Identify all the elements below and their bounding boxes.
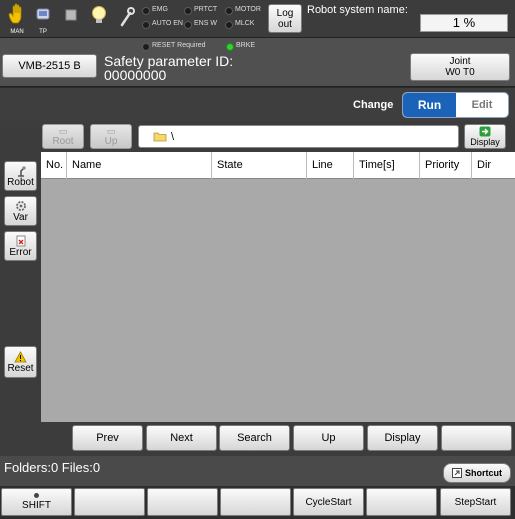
shortcut-button[interactable]: Shortcut	[443, 463, 511, 483]
lightbulb-indicator	[86, 3, 112, 35]
progress-text: 1 %	[452, 15, 476, 30]
robot-arm-icon	[17, 165, 26, 177]
lamp-motor: MOTOR	[225, 5, 261, 15]
step-start-key[interactable]: StepStart	[440, 488, 511, 516]
lamp-reset-required: RESET Required	[142, 41, 206, 51]
shift-key[interactable]: SHIFT	[1, 488, 72, 516]
lamp-brke: BRKE	[226, 41, 255, 51]
shift-indicator-dot-icon	[34, 493, 39, 498]
prev-button[interactable]: Prev	[72, 425, 143, 451]
up-label: Up	[104, 135, 118, 147]
display-top-label: Display	[470, 136, 500, 147]
folder-up-icon: ▭	[106, 125, 116, 136]
robot-side-button[interactable]: Robot	[4, 161, 37, 191]
safety-parameter-id: 00000000	[104, 67, 167, 83]
column-header-line[interactable]: Line	[307, 152, 354, 179]
wrench-indicator	[114, 3, 140, 35]
robot-system-name-label: Robot system name:	[307, 4, 408, 16]
next-button[interactable]: Next	[146, 425, 217, 451]
function-key-2[interactable]	[74, 488, 145, 516]
stop-indicator	[58, 3, 84, 35]
shortcut-label: Shortcut	[465, 467, 502, 478]
progress-indicator: 1 %	[420, 14, 508, 32]
table-header: No. Name State Line Time[s] Priority Dir	[41, 152, 515, 179]
warning-icon	[14, 350, 27, 362]
function-key-6[interactable]	[366, 488, 437, 516]
nav-blank-button[interactable]	[441, 425, 512, 451]
teach-pendant-icon	[36, 8, 50, 20]
joint-label-line1: Joint	[449, 56, 471, 67]
lamp-ensw: ENS W	[184, 19, 217, 29]
root-label: Root	[52, 135, 74, 147]
lamp-prtct: PRTCT	[184, 5, 217, 15]
lamp-emg: EMG	[142, 5, 168, 15]
man-label: MAN	[10, 29, 24, 35]
path-field[interactable]: \	[138, 125, 459, 148]
column-header-state[interactable]: State	[212, 152, 307, 179]
cycle-start-key[interactable]: CycleStart	[293, 488, 364, 516]
folder-root-icon: ▭	[58, 125, 68, 136]
shift-label: SHIFT	[22, 500, 51, 511]
run-toggle-option[interactable]: Run	[403, 93, 456, 117]
arrow-right-icon	[479, 126, 491, 136]
path-text: \	[171, 130, 175, 143]
tp-mode-indicator[interactable]: TP	[30, 3, 56, 35]
joint-button[interactable]: Joint W0 T0	[410, 53, 510, 81]
display-button[interactable]: Display	[367, 425, 438, 451]
man-mode-indicator[interactable]: MAN	[4, 3, 30, 35]
mode-change-bar: Change Run Edit	[0, 87, 515, 121]
hand-icon	[8, 3, 22, 24]
folder-file-count: Folders:0 Files:0	[4, 460, 101, 475]
column-header-priority[interactable]: Priority	[420, 152, 472, 179]
task-table: No. Name State Line Time[s] Priority Dir	[41, 152, 515, 422]
lamp-autoen: AUTO EN	[142, 19, 183, 29]
up-button[interactable]: Up	[293, 425, 364, 451]
column-header-dir[interactable]: Dir	[472, 152, 515, 179]
root-button[interactable]: ▭ Root	[42, 124, 84, 149]
wrench-icon	[120, 7, 135, 27]
logout-label-line2: out	[278, 18, 292, 30]
var-side-button[interactable]: Var	[4, 196, 37, 226]
reset-side-button[interactable]: Reset	[4, 346, 37, 378]
lamp-mlck: MLCK	[225, 19, 254, 29]
error-side-label: Error	[9, 246, 32, 258]
safety-parameter-block: Safety parameter ID: 00000000	[104, 54, 233, 82]
function-key-3[interactable]	[147, 488, 218, 516]
logout-button[interactable]: Log out	[268, 4, 302, 33]
lightbulb-icon	[92, 6, 106, 23]
var-side-label: Var	[13, 211, 28, 223]
stop-square-icon	[65, 9, 77, 21]
column-header-name[interactable]: Name	[67, 152, 212, 179]
folder-icon	[153, 132, 167, 142]
column-header-time[interactable]: Time[s]	[354, 152, 420, 179]
shortcut-arrow-icon	[452, 468, 462, 478]
joint-label-line2: W0 T0	[445, 67, 475, 78]
logout-label-line1: Log	[276, 7, 294, 19]
top-status-bar: MAN TP EMG AUTO EN PRTCT ENS W MOTOR MLC…	[0, 0, 515, 38]
change-label: Change	[353, 99, 394, 111]
robot-info-bar: RESET Required BRKE VMB-2515 B Safety pa…	[0, 38, 515, 87]
robot-model-button[interactable]: VMB-2515 B	[2, 54, 97, 78]
error-side-button[interactable]: Error	[4, 231, 37, 261]
reset-side-label: Reset	[7, 362, 34, 374]
gear-icon	[15, 200, 26, 211]
run-edit-toggle[interactable]: Run Edit	[402, 92, 509, 118]
display-toggle-button[interactable]: Display	[464, 124, 506, 149]
edit-toggle-option[interactable]: Edit	[456, 93, 508, 117]
function-key-4[interactable]	[220, 488, 291, 516]
error-document-icon	[16, 235, 25, 246]
search-button[interactable]: Search	[219, 425, 290, 451]
robot-side-label: Robot	[7, 176, 34, 188]
safety-parameter-label: Safety parameter ID:	[104, 53, 234, 69]
tp-label: TP	[39, 29, 47, 35]
column-header-no[interactable]: No.	[41, 152, 67, 179]
up-folder-button[interactable]: ▭ Up	[90, 124, 132, 149]
robot-model-label: VMB-2515 B	[18, 59, 81, 72]
